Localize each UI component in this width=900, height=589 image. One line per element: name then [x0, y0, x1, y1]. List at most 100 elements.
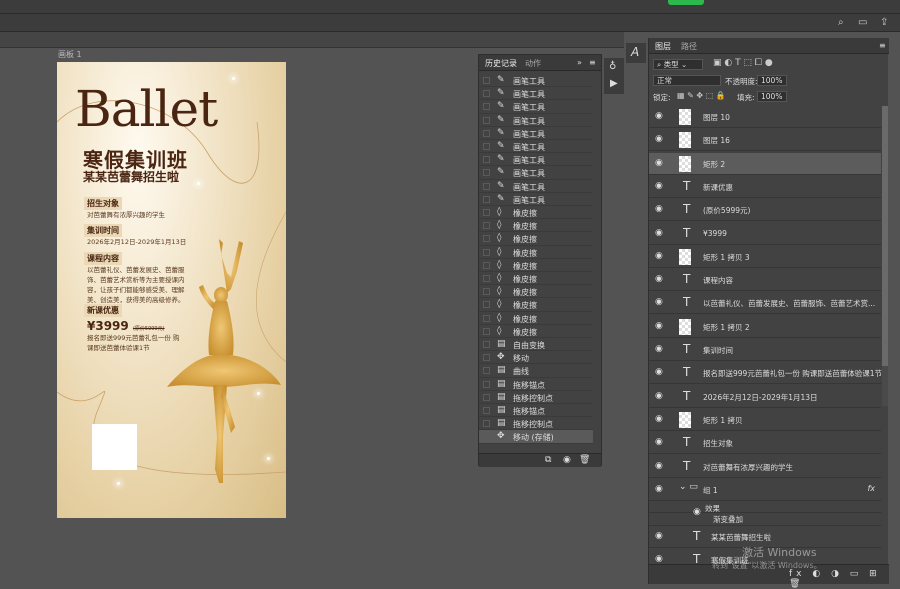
history-checkbox[interactable] [483, 129, 490, 137]
history-item[interactable]: ▤ 曲线 [479, 364, 593, 378]
history-item[interactable]: ◊ 橡皮擦 [479, 272, 593, 286]
history-checkbox[interactable] [483, 288, 490, 296]
history-item[interactable]: ▤ 拖移锚点 [479, 378, 593, 391]
history-item[interactable]: ◊ 橡皮擦 [479, 285, 593, 299]
filter-icons[interactable]: ▣ ◐ T ⬚ ⧠ ● [713, 58, 773, 68]
history-item[interactable]: ◊ 橡皮擦 [479, 325, 593, 338]
history-checkbox[interactable] [483, 433, 490, 441]
history-checkbox[interactable] [483, 143, 490, 150]
eye-icon[interactable]: ◉ [655, 484, 663, 494]
history-item[interactable]: ◊ 橡皮擦 [479, 312, 593, 325]
eye-icon[interactable]: ◉ [655, 181, 663, 191]
layer-row[interactable]: ◉ 图层 16 [649, 129, 881, 152]
history-item[interactable]: ✥ 移动 [479, 351, 593, 365]
panel-menu-icon[interactable]: ≡ [589, 58, 596, 67]
layer-row[interactable]: ◉ 矩形 1 拷贝 [649, 409, 881, 431]
layers-scroll-thumb[interactable] [882, 106, 888, 366]
search-icon[interactable]: ⌕ [838, 17, 844, 28]
layer-row[interactable]: ◉ T 报名即送999元芭蕾礼包一份 购课即送芭蕾体验课1节 [649, 362, 882, 385]
history-checkbox[interactable] [483, 380, 490, 388]
history-item[interactable]: ◊ 橡皮擦 [479, 298, 593, 312]
layer-row[interactable]: ◉ 矩形 1 拷贝 2 [649, 316, 881, 338]
camera-icon[interactable]: ◉ [563, 455, 571, 465]
history-item[interactable]: ✎ 画笔工具 [479, 127, 593, 140]
history-checkbox[interactable] [483, 182, 490, 190]
layer-row[interactable]: ◉ T 招生对象 [649, 432, 881, 455]
character-icon[interactable]: A [631, 45, 639, 59]
history-item[interactable]: ✎ 画笔工具 [479, 87, 593, 101]
tab-paths[interactable]: 路径 [681, 41, 697, 52]
history-item[interactable]: ✎ 画笔工具 [479, 153, 593, 167]
layer-row[interactable]: ◉ T 以芭蕾礼仪、芭蕾发展史、芭蕾服饰、芭蕾艺术赏... [649, 292, 881, 315]
history-item[interactable]: ▤ 拖移控制点 [479, 391, 593, 404]
layer-row[interactable]: ◉ T 对芭蕾舞有浓厚兴趣的学生 [649, 456, 881, 478]
play-icon[interactable]: ▶ [610, 78, 618, 89]
layer-row[interactable]: ◉ T ¥3999 [649, 223, 881, 245]
eye-icon[interactable]: ◉ [655, 251, 663, 261]
history-checkbox[interactable] [483, 195, 490, 203]
history-checkbox[interactable] [483, 314, 490, 322]
history-checkbox[interactable] [483, 116, 490, 124]
eye-icon[interactable]: ◉ [655, 437, 663, 447]
fx-icon[interactable]: fx [867, 484, 875, 493]
eye-icon[interactable]: ◉ [655, 158, 663, 168]
eye-icon[interactable]: ◉ [655, 344, 663, 354]
collapse-icon[interactable]: » [577, 58, 582, 67]
history-item[interactable]: ◊ 橡皮擦 [479, 232, 593, 246]
history-item[interactable]: ◊ 橡皮擦 [479, 206, 593, 220]
fill-input[interactable]: 100% [757, 91, 787, 102]
history-item[interactable]: ◊ 橡皮擦 [479, 219, 593, 233]
history-item[interactable]: ▤ 拖移控制点 [479, 417, 593, 431]
eye-icon[interactable]: ◉ [655, 531, 663, 541]
layer-row[interactable]: ◉ T 集训时间 [649, 339, 881, 361]
history-checkbox[interactable] [483, 354, 490, 362]
history-brush-icon[interactable]: ♁ [609, 61, 616, 72]
layer-row[interactable]: ◉ T (原价5999元) [649, 199, 881, 222]
history-item[interactable]: ▤ 拖移锚点 [479, 404, 593, 418]
effects-row[interactable]: ◉ 效果 [649, 502, 881, 517]
trash-icon[interactable]: 🗑 [579, 455, 590, 465]
eye-icon[interactable]: ◉ [655, 297, 663, 307]
blend-mode-select[interactable]: 正常 [653, 75, 721, 86]
eye-icon[interactable]: ◉ [655, 111, 663, 121]
history-checkbox[interactable] [483, 367, 490, 375]
share-icon[interactable]: ⇪ [880, 17, 888, 28]
layer-row[interactable]: ◉ 矩形 1 拷贝 3 [649, 246, 881, 268]
history-checkbox[interactable] [483, 341, 490, 348]
history-checkbox[interactable] [483, 420, 490, 428]
layer-actions-icons[interactable]: fx ◐ ◑ ▭ ⊞ 🗑 [789, 569, 889, 589]
history-checkbox[interactable] [483, 77, 490, 84]
history-checkbox[interactable] [483, 222, 490, 230]
history-checkbox[interactable] [483, 169, 490, 177]
effect-row[interactable]: 渐变叠加 [649, 513, 881, 527]
history-item[interactable]: ✎ 画笔工具 [479, 193, 593, 206]
history-checkbox[interactable] [483, 90, 490, 98]
lock-icons[interactable]: ▦ ✎ ✥ ⬚ 🔒 [677, 91, 726, 100]
history-checkbox[interactable] [483, 327, 490, 335]
layer-row[interactable]: ◉ ⌄ ▭ 组 1 fx [649, 479, 881, 501]
layer-row[interactable]: ◉ 图层 10 [649, 106, 881, 128]
eye-icon[interactable]: ◉ [655, 367, 663, 377]
history-item[interactable]: ✎ 画笔工具 [479, 180, 593, 193]
layer-row[interactable]: ◉ T 新课优惠 [649, 176, 881, 198]
layer-row[interactable]: ◉ 矩形 2 [649, 152, 881, 175]
eye-icon[interactable]: ◉ [655, 134, 663, 144]
workspace-icon[interactable]: ▭ [858, 17, 867, 28]
history-item[interactable]: ◊ 橡皮擦 [479, 246, 593, 259]
history-checkbox[interactable] [483, 235, 490, 243]
poster-artboard[interactable]: Ballet 寒假集训班 某某芭蕾舞招生啦 招生对象 对芭蕾舞有浓厚兴趣的学生 … [57, 62, 286, 518]
history-item[interactable]: ▤ 自由变换 [479, 338, 593, 352]
history-checkbox[interactable] [483, 103, 490, 111]
opacity-input[interactable]: 100% [757, 75, 787, 86]
history-checkbox[interactable] [483, 393, 490, 401]
layer-row[interactable]: ◉ T 2026年2月12日-2029年1月13日 [649, 386, 881, 408]
tab-layers[interactable]: 图层 [655, 41, 671, 52]
history-item[interactable]: ◊ 橡皮擦 [479, 259, 593, 272]
snapshot-icon[interactable]: ⧉ [545, 455, 551, 465]
layer-row[interactable]: ◉ T 课程内容 [649, 269, 881, 292]
history-item[interactable]: ✎ 画笔工具 [479, 166, 593, 180]
eye-icon[interactable]: ◉ [655, 414, 663, 424]
eye-icon[interactable]: ◉ [655, 554, 663, 564]
eye-icon[interactable]: ◉ [655, 461, 663, 471]
eye-icon[interactable]: ◉ [655, 391, 663, 401]
